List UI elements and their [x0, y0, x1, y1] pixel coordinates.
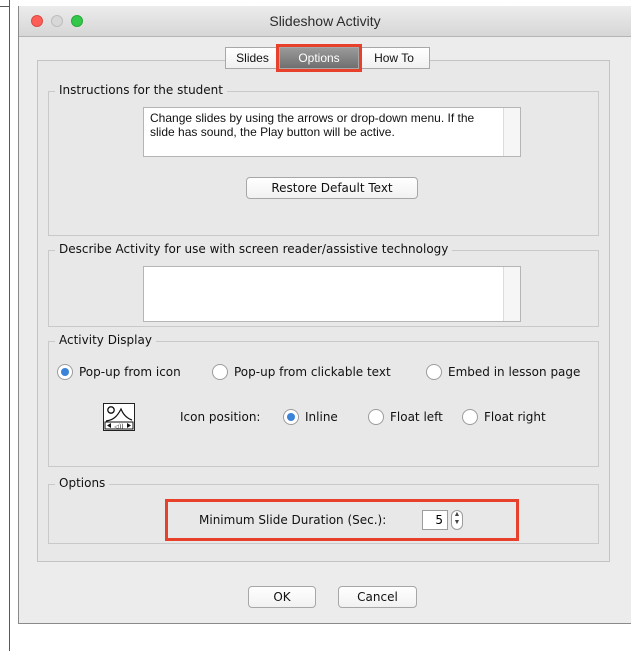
tab-options[interactable]: Options: [279, 47, 359, 69]
mode-radio-popup-text[interactable]: Pop-up from clickable text: [212, 364, 391, 380]
position-label: Inline: [305, 410, 338, 424]
radio-button[interactable]: [462, 409, 478, 425]
stepper-icon[interactable]: ▲ ▼: [451, 510, 463, 530]
top-tick: [0, 6, 9, 7]
options-group-title: Options: [55, 476, 110, 490]
radio-button[interactable]: [57, 364, 73, 380]
instructions-text[interactable]: Change slides by using the arrows or dro…: [150, 111, 498, 139]
cancel-button[interactable]: Cancel: [338, 586, 417, 608]
describe-group: Describe Activity for use with screen re…: [48, 242, 599, 327]
dialog-window: Slideshow Activity Instructions for the …: [18, 6, 631, 624]
duration-label: Minimum Slide Duration (Sec.):: [199, 513, 387, 527]
radio-button[interactable]: [283, 409, 299, 425]
slideshow-icon: ◁)): [103, 403, 135, 431]
radio-button[interactable]: [368, 409, 384, 425]
radio-button[interactable]: [212, 364, 228, 380]
instructions-textbox[interactable]: Change slides by using the arrows or dro…: [143, 107, 521, 157]
describe-textbox[interactable]: [143, 266, 521, 322]
svg-text:◁)): ◁)): [114, 424, 123, 431]
mode-radio-embed[interactable]: Embed in lesson page: [426, 364, 580, 380]
activity-display-group-title: Activity Display: [55, 333, 156, 347]
window-title: Slideshow Activity: [269, 13, 381, 29]
mode-label: Pop-up from clickable text: [234, 365, 391, 379]
position-radio-float-left[interactable]: Float left: [368, 409, 443, 425]
ok-button[interactable]: OK: [248, 586, 316, 608]
icon-position-label: Icon position:: [180, 410, 261, 424]
mode-label: Pop-up from icon: [79, 365, 181, 379]
activity-display-group: Activity Display Pop-up from icon Pop-up…: [48, 333, 599, 467]
mode-radio-popup-icon[interactable]: Pop-up from icon: [57, 364, 181, 380]
instructions-group-title: Instructions for the student: [55, 83, 227, 97]
position-radio-inline[interactable]: Inline: [283, 409, 338, 425]
restore-default-text-button[interactable]: Restore Default Text: [246, 177, 418, 199]
describe-scrollbar[interactable]: [503, 267, 520, 321]
title-bar: Slideshow Activity: [19, 6, 631, 37]
left-rule: [9, 0, 10, 651]
position-label: Float right: [484, 410, 546, 424]
duration-input[interactable]: 5: [422, 510, 448, 530]
tab-bar: Slides Options How To: [225, 47, 430, 69]
instructions-scrollbar[interactable]: [503, 108, 520, 156]
tab-panel: Instructions for the student Change slid…: [37, 60, 610, 562]
position-label: Float left: [390, 410, 443, 424]
describe-group-title: Describe Activity for use with screen re…: [55, 242, 453, 256]
mode-label: Embed in lesson page: [448, 365, 581, 379]
tab-slides[interactable]: Slides: [225, 47, 280, 69]
tab-how-to[interactable]: How To: [358, 47, 430, 69]
radio-button[interactable]: [426, 364, 442, 380]
options-group: Options Minimum Slide Duration (Sec.): 5…: [48, 476, 599, 544]
instructions-group: Instructions for the student Change slid…: [48, 83, 599, 236]
position-radio-float-right[interactable]: Float right: [462, 409, 546, 425]
